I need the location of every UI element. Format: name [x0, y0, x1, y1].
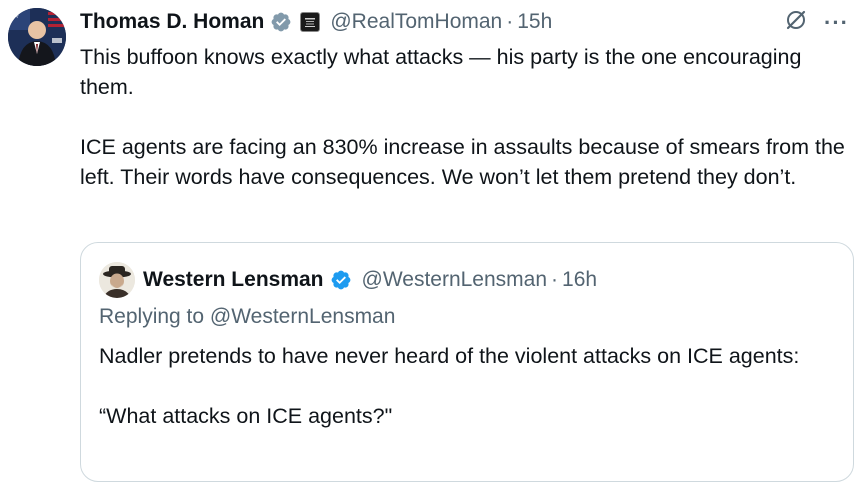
separator-dot: · — [506, 10, 514, 33]
verified-badge-icon[interactable] — [270, 11, 292, 33]
grok-icon[interactable] — [784, 8, 808, 38]
government-affiliation-badge-icon[interactable] — [300, 12, 321, 32]
quoted-tweet-text: Nadler pretends to have never heard of t… — [99, 341, 819, 431]
quoted-tweet-card[interactable]: Western Lensman @WesternLensman · 16h Re… — [80, 242, 854, 482]
tweet-text: This buffoon knows exactly what attacks … — [80, 42, 855, 192]
quoted-tweet-paragraph: Nadler pretends to have never heard of t… — [99, 344, 800, 368]
verified-badge-icon[interactable] — [330, 269, 352, 291]
header-actions: ··· — [784, 8, 849, 38]
replying-to-mention[interactable]: @WesternLensman — [210, 305, 396, 328]
quoted-tweet-timestamp[interactable]: 16h — [562, 268, 597, 292]
author-avatar[interactable] — [8, 8, 66, 66]
replying-to-prefix: Replying to — [99, 305, 205, 328]
tweet-header: Thomas D. Homan @RealTomHoman · 15h ··· — [80, 6, 849, 38]
avatar-image — [8, 8, 66, 66]
quoted-author-handle[interactable]: @WesternLensman — [362, 268, 548, 292]
quoted-author-name[interactable]: Western Lensman — [143, 268, 324, 292]
author-handle[interactable]: @RealTomHoman — [330, 10, 502, 34]
quoted-tweet-paragraph: “What attacks on ICE agents?" — [99, 404, 393, 428]
tweet-paragraph: This buffoon knows exactly what attacks … — [80, 45, 802, 99]
separator-dot: · — [551, 268, 559, 291]
quoted-author-avatar[interactable] — [99, 262, 135, 298]
quoted-avatar-image — [99, 262, 135, 298]
tweet-paragraph: ICE agents are facing an 830% increase i… — [80, 135, 845, 189]
tweet-timestamp[interactable]: 15h — [517, 10, 552, 34]
more-options-icon[interactable]: ··· — [824, 12, 849, 34]
quoted-tweet-header: Western Lensman @WesternLensman · 16h — [99, 261, 597, 299]
author-name[interactable]: Thomas D. Homan — [80, 10, 264, 34]
replying-to-line: Replying to @WesternLensman — [99, 305, 395, 329]
